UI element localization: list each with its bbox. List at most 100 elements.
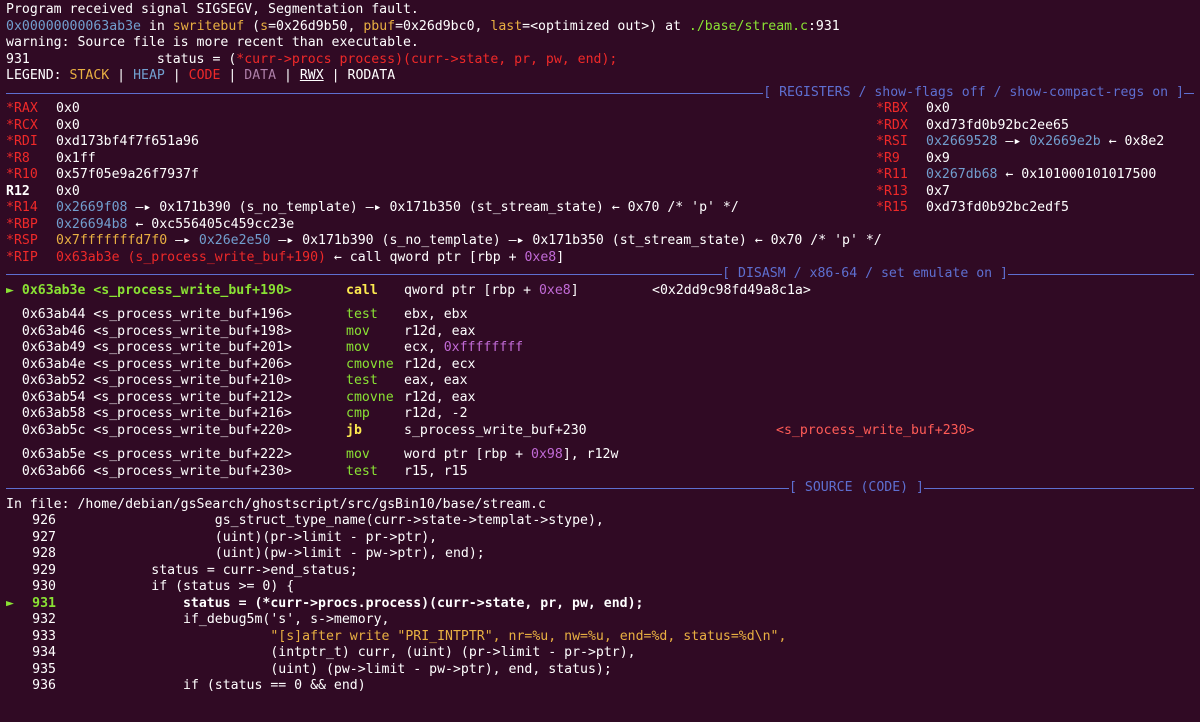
register-r13-value: 0x7 (926, 183, 950, 199)
register-rbx-name: *RBX (876, 101, 908, 116)
source-line-current[interactable]: ► 931 status = (*curr->procs.process)(cur… (6, 596, 1194, 613)
source-line[interactable]: 929 status = curr->end_status; (6, 563, 1194, 580)
disasm-address: 0x63ab5e <s_process_write_buf+222> (21, 447, 292, 462)
source-line-number: 936 (32, 678, 56, 693)
disasm-opcode: mov (346, 447, 370, 462)
register-r14-name: *R14 (6, 200, 38, 215)
source-line-code: if (status >= 0) { (56, 579, 295, 594)
source-line[interactable]: 930 if (status >= 0) { (6, 579, 1194, 596)
register-rax-name: *RAX (6, 101, 38, 116)
disasm-row[interactable]: 0x63ab46 <s_process_write_buf+198> mov r12… (6, 324, 1194, 341)
disasm-row-current[interactable]: ► 0x63ab3e <s_process_write_buf+190> call… (6, 283, 1194, 300)
registers-separator: [ REGISTERS / show-flags off / show-comp… (6, 85, 1194, 102)
register-r13-name: *R13 (876, 183, 908, 199)
disasm-args: r12d, -2 (404, 406, 468, 421)
register-rip-args-b: 0xe8 (524, 249, 557, 265)
disasm-row[interactable]: 0x63ab52 <s_process_write_buf+210> test ea… (6, 373, 1194, 390)
gdb-terminal[interactable]: Program received signal SIGSEGV, Segment… (0, 0, 1200, 722)
legend-sep: | (109, 68, 134, 83)
current-line-icon: ► (6, 595, 14, 611)
signal-line: Program received signal SIGSEGV, Segment… (6, 2, 1194, 19)
frame-arg-s: s (260, 18, 269, 34)
source-line-number: 932 (32, 612, 56, 627)
register-r14-value: 0x2669f08 (56, 200, 128, 215)
source-line-code: (uint) (pw->limit - pw->ptr), end, statu… (56, 661, 612, 677)
pointer-arrow-icon: —▸ (997, 134, 1030, 149)
register-r12-value: 0x0 (56, 183, 80, 199)
register-r9-value: 0x9 (926, 150, 950, 166)
preview-code-a: status = ( (29, 51, 237, 67)
legend-sep: | (323, 68, 348, 83)
source-line[interactable]: 934 (intptr_t) curr, (uint) (pr->limit -… (6, 645, 1194, 662)
source-line-code: if (status == 0 && end) (56, 678, 366, 693)
disasm-row[interactable]: 0x63ab5c <s_process_write_buf+220> jb s_pr… (6, 423, 1194, 440)
register-rsi-deref: 0x8e2 (1124, 134, 1165, 149)
registers-separator-label: [ REGISTERS / show-flags off / show-comp… (763, 84, 1184, 100)
register-r11-deref: 0x101000101017500 (1021, 167, 1157, 182)
source-line-code: (uint)(pw->limit - pw->ptr), end); (56, 546, 485, 561)
legend-code: CODE (188, 68, 221, 83)
source-line-preview: 931 status = (*curr->procs process)(curr… (6, 52, 1194, 69)
current-instruction-icon: ► (6, 282, 22, 298)
register-row: *RCX 0x0 *RDX 0xd73fd0b92bc2ee65 (6, 118, 1194, 135)
disasm-address: 0x63ab58 <s_process_write_buf+216> (21, 406, 292, 421)
source-line-code: status = curr->end_status; (56, 562, 358, 578)
source-separator: [ SOURCE (CODE) ] (6, 480, 1194, 497)
source-line[interactable]: 927 (uint)(pr->limit - pr->ptr), (6, 530, 1194, 547)
source-file-path: In file: /home/debian/gsSearch/ghostscri… (6, 496, 546, 512)
source-line[interactable]: 926 gs_struct_type_name(curr->state->tem… (6, 513, 1194, 530)
disasm-opcode: test (346, 373, 378, 388)
disasm-row[interactable]: 0x63ab66 <s_process_write_buf+230> test r1… (6, 464, 1194, 481)
register-row: R12 0x0 *R13 0x7 (6, 184, 1194, 201)
disasm-row[interactable]: 0x63ab54 <s_process_write_buf+212> cmovne… (6, 390, 1194, 407)
legend-rwx: RWX (299, 68, 324, 83)
register-r9-name: *R9 (876, 150, 900, 166)
disasm-gap (6, 439, 1194, 447)
register-rip-args-c: ] (556, 249, 565, 265)
legend-data: DATA (244, 68, 277, 83)
register-rsp-name: *RSP (6, 233, 38, 248)
register-r15-name: *R15 (876, 200, 908, 215)
disasm-args: ecx, (404, 340, 444, 355)
disasm-row[interactable]: 0x63ab58 <s_process_write_buf+216> cmp r12… (6, 406, 1194, 423)
source-line[interactable]: 928 (uint)(pw->limit - pw->ptr), end); (6, 546, 1194, 563)
disasm-separator: [ DISASM / x86-64 / set emulate on ] (6, 266, 1194, 283)
source-line[interactable]: 933 "[s]after write "PRI_INTPTR", nr=%u,… (6, 629, 1194, 646)
frame-function: swritebuf (172, 18, 245, 34)
disasm-address: 0x63ab5c <s_process_write_buf+220> (21, 422, 292, 438)
disasm-row[interactable]: 0x63ab4e <s_process_write_buf+206> cmovne… (6, 357, 1194, 374)
register-r15-value: 0xd73fd0b92bc2edf5 (926, 200, 1069, 215)
source-line[interactable]: 932 if_debug5m('s', s->memory, (6, 612, 1194, 629)
disasm-row[interactable]: 0x63ab49 <s_process_write_buf+201> mov ecx… (6, 340, 1194, 357)
frame-arg-last-value: =<optimized out>) at (522, 18, 689, 34)
disasm-args-tail: ], r12w (562, 447, 619, 462)
disasm-args-tail: ] (570, 282, 579, 298)
disasm-row[interactable]: 0x63ab44 <s_process_write_buf+196> test eb… (6, 307, 1194, 324)
register-rbp-chain: ← 0xc556405c459cc23e (127, 216, 295, 232)
register-rip-args-a: qword ptr [rbp + (381, 249, 525, 265)
disasm-opcode: mov (346, 340, 370, 355)
source-line[interactable]: 936 if (status == 0 && end) (6, 678, 1194, 695)
disasm-args: r12d, eax (404, 323, 476, 339)
frame-file-path: ./base/stream.c (688, 18, 808, 34)
disasm-args: r12d, ecx (404, 356, 476, 372)
register-row: *RAX 0x0 *RBX 0x0 (6, 101, 1194, 118)
source-line[interactable]: 935 (uint) (pw->limit - pw->ptr), end, s… (6, 662, 1194, 679)
frame-arg-last: last (490, 18, 523, 34)
preview-code-c: )(curr->state, pr, pw, end); (395, 51, 618, 67)
register-row: *RBP 0x26694b8 ← 0xc556405c459cc23e (6, 217, 1194, 234)
frame-arg-pbuf: pbuf (363, 18, 396, 34)
register-rdx-name: *RDX (876, 117, 908, 133)
source-line-number: 933 (32, 628, 56, 644)
register-r10-name: *R10 (6, 167, 38, 182)
source-line-code: (uint)(pr->limit - pr->ptr), (56, 529, 438, 545)
disasm-row[interactable]: 0x63ab5e <s_process_write_buf+222> mov wor… (6, 447, 1194, 464)
disasm-opcode: cmp (346, 406, 370, 421)
source-line-code: gs_struct_type_name(curr->state->templat… (56, 513, 604, 528)
register-rip-value: 0x63ab3e (s_process_write_buf+190) (56, 249, 326, 265)
register-rsi-name: *RSI (876, 134, 908, 149)
legend-rodata: RODATA (347, 68, 396, 83)
register-r8-name: *R8 (6, 150, 30, 166)
register-r11-name: *R11 (876, 167, 908, 182)
disasm-address: 0x63ab49 <s_process_write_buf+201> (21, 340, 292, 355)
